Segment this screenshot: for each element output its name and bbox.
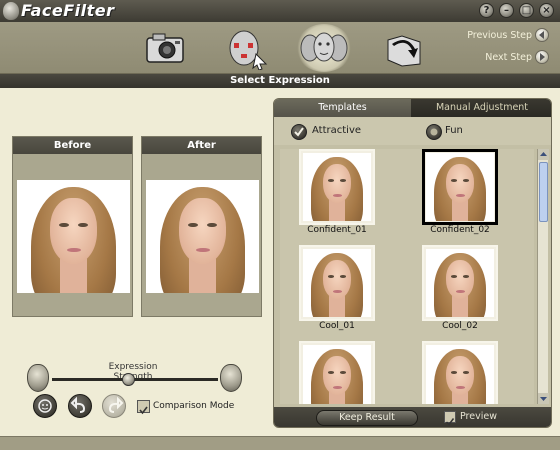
- status-bar: [0, 436, 560, 450]
- template-label: Cool_02: [442, 321, 478, 331]
- undo-button[interactable]: [68, 394, 92, 418]
- after-image: [146, 180, 259, 293]
- fun-radio[interactable]: [426, 124, 442, 140]
- preview-checkbox[interactable]: [444, 411, 456, 426]
- next-step-link[interactable]: Next Step: [452, 52, 532, 63]
- scroll-thumb[interactable]: [539, 162, 548, 222]
- after-panel: After: [141, 136, 262, 317]
- category-options: Attractive Fun: [274, 117, 551, 145]
- app-window: FaceFilter ? – □ × Previous Step Next St…: [0, 0, 560, 450]
- close-button[interactable]: ×: [539, 3, 554, 18]
- previous-step-arrow-icon[interactable]: [535, 28, 549, 42]
- smiling-face-icon: [220, 364, 242, 392]
- attractive-label[interactable]: Attractive: [312, 125, 361, 136]
- comparison-mode-label: Comparison Mode: [153, 401, 235, 411]
- expression-faces-icon[interactable]: [296, 24, 352, 72]
- template-thumbnail[interactable]: Confident_01: [299, 149, 375, 235]
- help-button[interactable]: ?: [479, 3, 494, 18]
- template-label: Confident_01: [307, 225, 367, 235]
- keep-result-button[interactable]: Keep Result: [316, 410, 418, 426]
- previous-step-link[interactable]: Previous Step: [452, 30, 532, 41]
- neutral-face-icon: [27, 364, 49, 392]
- face-mode-button[interactable]: [33, 394, 57, 418]
- template-thumbnail-selected[interactable]: Confident_02: [422, 149, 498, 235]
- template-thumbnail[interactable]: Cool_02: [422, 245, 498, 331]
- template-thumbnail[interactable]: [422, 341, 498, 404]
- before-panel: Before: [12, 136, 133, 317]
- redo-button[interactable]: [102, 394, 126, 418]
- camera-icon[interactable]: [141, 26, 189, 70]
- title-bar: FaceFilter ? – □ ×: [0, 0, 560, 22]
- face-points-icon[interactable]: [222, 26, 270, 71]
- section-title: Select Expression: [0, 74, 560, 88]
- template-thumbnail[interactable]: Cool_01: [299, 245, 375, 331]
- maximize-button[interactable]: □: [519, 3, 534, 18]
- comparison-mode-checkbox[interactable]: [137, 400, 150, 415]
- panel-footer: Keep Result Preview: [274, 407, 551, 427]
- next-step-arrow-icon[interactable]: [535, 50, 549, 64]
- template-gallery: Confident_01 Confident_02 Cool_01 Cool_0…: [280, 149, 534, 404]
- step-toolbar: Previous Step Next Step: [0, 22, 560, 74]
- gallery-scrollbar[interactable]: [537, 149, 549, 404]
- scroll-down-icon[interactable]: [538, 393, 549, 404]
- save-folder-icon[interactable]: [380, 26, 428, 70]
- after-label: After: [142, 137, 261, 154]
- minimize-button[interactable]: –: [499, 3, 514, 18]
- tab-manual-adjustment[interactable]: Manual Adjustment: [411, 99, 551, 117]
- fun-label[interactable]: Fun: [445, 125, 463, 136]
- template-thumbnail[interactable]: [299, 341, 375, 404]
- tab-templates[interactable]: Templates: [274, 99, 411, 117]
- slider-knob[interactable]: [121, 373, 135, 386]
- before-label: Before: [13, 137, 132, 154]
- app-title: FaceFilter: [21, 1, 115, 20]
- before-image: [17, 180, 130, 293]
- logo-head-icon: [3, 2, 19, 20]
- preview-label: Preview: [460, 411, 497, 422]
- template-label: Confident_02: [430, 225, 490, 235]
- expression-strength-slider[interactable]: [52, 378, 218, 381]
- templates-panel: Templates Manual Adjustment Attractive F…: [273, 98, 552, 428]
- scroll-up-icon[interactable]: [538, 149, 549, 160]
- template-label: Cool_01: [319, 321, 355, 331]
- attractive-radio[interactable]: [291, 124, 307, 140]
